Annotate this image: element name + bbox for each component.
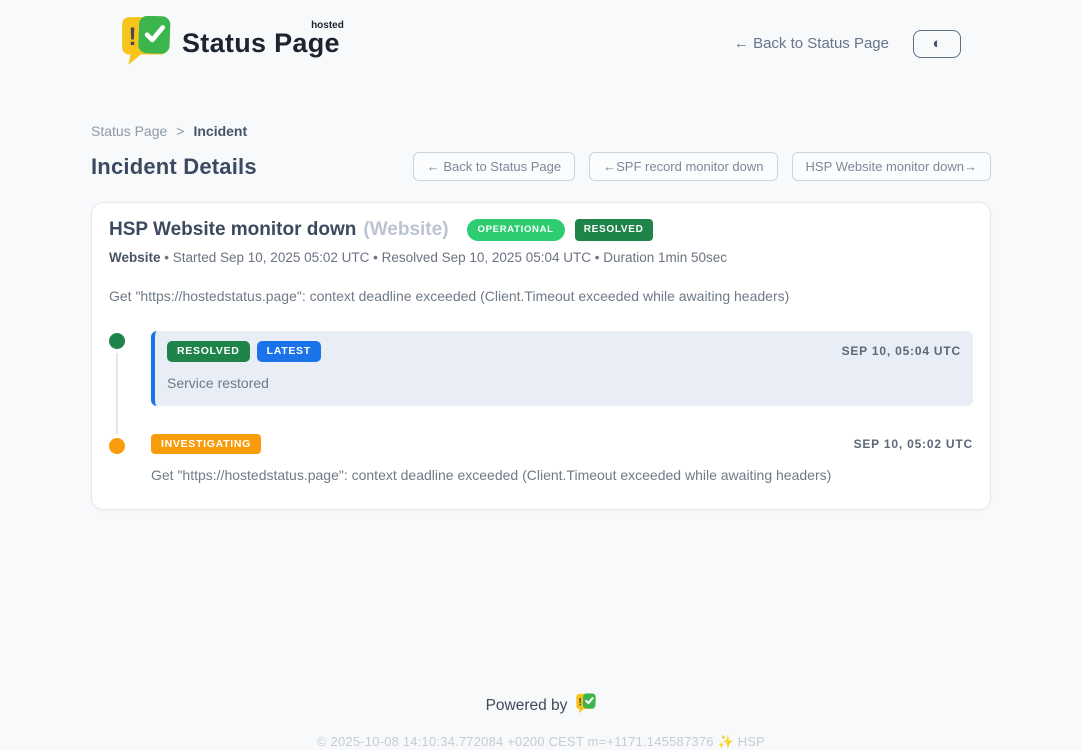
next-incident-button[interactable]: HSP Website monitor down→ — [792, 152, 991, 181]
page-title: Incident Details — [91, 154, 257, 180]
timeline-entry-investigating: INVESTIGATING SEP 10, 05:02 UTC Get "htt… — [109, 434, 973, 484]
timeline-dot-green — [109, 333, 125, 349]
incident-description: Get "https://hostedstatus.page": context… — [109, 288, 973, 304]
incident-component: (Website) — [363, 219, 448, 241]
sparkle-icon: ✨ — [718, 734, 734, 749]
timeline-dot-orange — [109, 438, 125, 454]
svg-text:!: ! — [128, 23, 136, 51]
timeline-timestamp: SEP 10, 05:04 UTC — [842, 344, 961, 358]
site-header: ! Status Page hosted ← Back to Status Pa… — [91, 0, 991, 71]
half-circle-contrast-icon: ◐ — [932, 36, 941, 51]
brand-speech-bubble-icon: ! — [119, 16, 171, 71]
copyright-text: © 2025-10-08 14:10:34.772084 +0200 CEST … — [317, 734, 714, 749]
main-content: Status Page > Incident Incident Details … — [91, 123, 991, 750]
timeline-latest-badge: LATEST — [257, 341, 321, 362]
theme-toggle-button[interactable]: ◐ — [913, 30, 961, 58]
incident-nav-buttons: ← Back to Status Page ←SPF record monito… — [413, 152, 991, 181]
timeline-investigating-badge: INVESTIGATING — [151, 434, 261, 455]
back-to-status-page-button[interactable]: ← Back to Status Page — [413, 152, 575, 181]
timeline-timestamp: SEP 10, 05:02 UTC — [854, 437, 973, 451]
prev-incident-button[interactable]: ←SPF record monitor down — [589, 152, 777, 181]
page-footer: Powered by ! © 2025-10-08 14:10:34.77208… — [91, 693, 991, 750]
timeline-entry-resolved: RESOLVED LATEST SEP 10, 05:04 UTC Servic… — [109, 331, 973, 406]
incident-card: HSP Website monitor down (Website) OPERA… — [91, 202, 991, 510]
breadcrumb-root-link[interactable]: Status Page — [91, 123, 167, 139]
incident-title: HSP Website monitor down — [109, 219, 356, 241]
breadcrumb-separator: > — [176, 123, 184, 139]
brand-name: Status Page — [182, 28, 340, 58]
copyright-suffix: HSP — [738, 734, 765, 749]
operational-badge: OPERATIONAL — [467, 219, 565, 241]
incident-meta-details: • Started Sep 10, 2025 05:02 UTC • Resol… — [161, 250, 728, 265]
copyright-line: © 2025-10-08 14:10:34.772084 +0200 CEST … — [91, 734, 991, 750]
brand-logo[interactable]: ! Status Page hosted — [119, 16, 340, 71]
powered-by-label: Powered by — [486, 697, 568, 715]
resolved-status-badge: RESOLVED — [575, 219, 653, 241]
timeline-message: Get "https://hostedstatus.page": context… — [151, 467, 973, 483]
svg-text:!: ! — [579, 697, 583, 709]
incident-meta: Website • Started Sep 10, 2025 05:02 UTC… — [109, 250, 973, 265]
timeline-latest-update-box: RESOLVED LATEST SEP 10, 05:04 UTC Servic… — [151, 331, 973, 406]
footer-brand-icon[interactable]: ! — [575, 693, 596, 719]
incident-meta-component: Website — [109, 250, 161, 265]
breadcrumb: Status Page > Incident — [91, 123, 991, 139]
header-back-link[interactable]: ← Back to Status Page — [734, 35, 889, 52]
timeline-resolved-badge: RESOLVED — [167, 341, 250, 362]
timeline-message: Service restored — [167, 375, 961, 391]
incident-timeline: RESOLVED LATEST SEP 10, 05:04 UTC Servic… — [109, 331, 973, 483]
breadcrumb-current: Incident — [193, 123, 247, 139]
brand-superscript: hosted — [311, 20, 344, 31]
